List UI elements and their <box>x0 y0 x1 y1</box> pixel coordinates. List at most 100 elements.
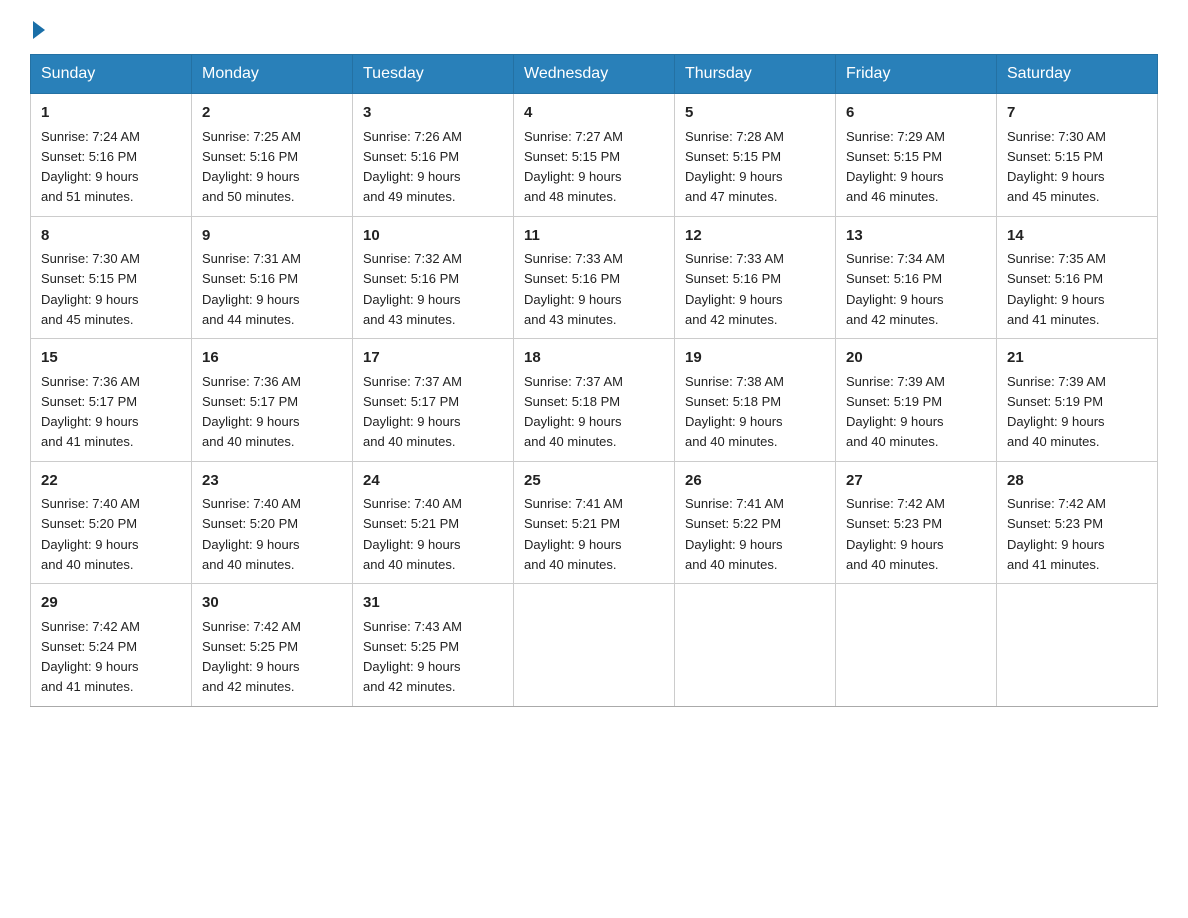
day-info: Sunrise: 7:35 AMSunset: 5:16 PMDaylight:… <box>1007 251 1106 327</box>
day-number: 18 <box>524 347 664 370</box>
calendar-cell: 9 Sunrise: 7:31 AMSunset: 5:16 PMDayligh… <box>192 216 353 339</box>
calendar-table: SundayMondayTuesdayWednesdayThursdayFrid… <box>30 54 1158 707</box>
calendar-cell: 26 Sunrise: 7:41 AMSunset: 5:22 PMDaylig… <box>675 461 836 584</box>
calendar-cell: 30 Sunrise: 7:42 AMSunset: 5:25 PMDaylig… <box>192 584 353 707</box>
day-info: Sunrise: 7:37 AMSunset: 5:18 PMDaylight:… <box>524 374 623 450</box>
day-info: Sunrise: 7:28 AMSunset: 5:15 PMDaylight:… <box>685 129 784 205</box>
day-info: Sunrise: 7:31 AMSunset: 5:16 PMDaylight:… <box>202 251 301 327</box>
day-number: 22 <box>41 470 181 493</box>
day-number: 7 <box>1007 102 1147 125</box>
day-number: 5 <box>685 102 825 125</box>
table-row: 22 Sunrise: 7:40 AMSunset: 5:20 PMDaylig… <box>31 461 1158 584</box>
table-row: 8 Sunrise: 7:30 AMSunset: 5:15 PMDayligh… <box>31 216 1158 339</box>
calendar-header-row: SundayMondayTuesdayWednesdayThursdayFrid… <box>31 55 1158 94</box>
calendar-cell: 14 Sunrise: 7:35 AMSunset: 5:16 PMDaylig… <box>997 216 1158 339</box>
day-number: 15 <box>41 347 181 370</box>
calendar-cell: 27 Sunrise: 7:42 AMSunset: 5:23 PMDaylig… <box>836 461 997 584</box>
day-number: 27 <box>846 470 986 493</box>
calendar-cell <box>997 584 1158 707</box>
page-header <box>30 20 1158 38</box>
day-info: Sunrise: 7:42 AMSunset: 5:25 PMDaylight:… <box>202 619 301 695</box>
day-number: 3 <box>363 102 503 125</box>
day-info: Sunrise: 7:41 AMSunset: 5:22 PMDaylight:… <box>685 496 784 572</box>
day-info: Sunrise: 7:26 AMSunset: 5:16 PMDaylight:… <box>363 129 462 205</box>
calendar-header-cell: Tuesday <box>353 55 514 94</box>
day-number: 4 <box>524 102 664 125</box>
day-number: 1 <box>41 102 181 125</box>
calendar-cell: 7 Sunrise: 7:30 AMSunset: 5:15 PMDayligh… <box>997 94 1158 217</box>
calendar-body: 1 Sunrise: 7:24 AMSunset: 5:16 PMDayligh… <box>31 94 1158 707</box>
day-info: Sunrise: 7:40 AMSunset: 5:20 PMDaylight:… <box>41 496 140 572</box>
calendar-cell: 2 Sunrise: 7:25 AMSunset: 5:16 PMDayligh… <box>192 94 353 217</box>
calendar-cell: 25 Sunrise: 7:41 AMSunset: 5:21 PMDaylig… <box>514 461 675 584</box>
day-number: 12 <box>685 225 825 248</box>
calendar-cell: 21 Sunrise: 7:39 AMSunset: 5:19 PMDaylig… <box>997 339 1158 462</box>
calendar-cell: 4 Sunrise: 7:27 AMSunset: 5:15 PMDayligh… <box>514 94 675 217</box>
calendar-cell: 31 Sunrise: 7:43 AMSunset: 5:25 PMDaylig… <box>353 584 514 707</box>
day-info: Sunrise: 7:42 AMSunset: 5:23 PMDaylight:… <box>846 496 945 572</box>
day-number: 10 <box>363 225 503 248</box>
day-number: 13 <box>846 225 986 248</box>
day-number: 9 <box>202 225 342 248</box>
day-number: 31 <box>363 592 503 615</box>
calendar-cell: 18 Sunrise: 7:37 AMSunset: 5:18 PMDaylig… <box>514 339 675 462</box>
day-number: 2 <box>202 102 342 125</box>
calendar-cell: 1 Sunrise: 7:24 AMSunset: 5:16 PMDayligh… <box>31 94 192 217</box>
day-info: Sunrise: 7:36 AMSunset: 5:17 PMDaylight:… <box>202 374 301 450</box>
calendar-cell: 19 Sunrise: 7:38 AMSunset: 5:18 PMDaylig… <box>675 339 836 462</box>
day-number: 8 <box>41 225 181 248</box>
calendar-header-cell: Friday <box>836 55 997 94</box>
day-number: 6 <box>846 102 986 125</box>
calendar-cell: 24 Sunrise: 7:40 AMSunset: 5:21 PMDaylig… <box>353 461 514 584</box>
day-number: 20 <box>846 347 986 370</box>
calendar-cell: 15 Sunrise: 7:36 AMSunset: 5:17 PMDaylig… <box>31 339 192 462</box>
calendar-cell: 6 Sunrise: 7:29 AMSunset: 5:15 PMDayligh… <box>836 94 997 217</box>
day-info: Sunrise: 7:33 AMSunset: 5:16 PMDaylight:… <box>685 251 784 327</box>
calendar-header-cell: Sunday <box>31 55 192 94</box>
day-info: Sunrise: 7:29 AMSunset: 5:15 PMDaylight:… <box>846 129 945 205</box>
day-info: Sunrise: 7:43 AMSunset: 5:25 PMDaylight:… <box>363 619 462 695</box>
calendar-cell: 13 Sunrise: 7:34 AMSunset: 5:16 PMDaylig… <box>836 216 997 339</box>
day-info: Sunrise: 7:37 AMSunset: 5:17 PMDaylight:… <box>363 374 462 450</box>
table-row: 1 Sunrise: 7:24 AMSunset: 5:16 PMDayligh… <box>31 94 1158 217</box>
day-info: Sunrise: 7:39 AMSunset: 5:19 PMDaylight:… <box>1007 374 1106 450</box>
calendar-cell <box>675 584 836 707</box>
calendar-header-cell: Thursday <box>675 55 836 94</box>
logo <box>30 20 48 38</box>
day-number: 14 <box>1007 225 1147 248</box>
day-number: 28 <box>1007 470 1147 493</box>
calendar-cell: 12 Sunrise: 7:33 AMSunset: 5:16 PMDaylig… <box>675 216 836 339</box>
day-number: 25 <box>524 470 664 493</box>
day-info: Sunrise: 7:24 AMSunset: 5:16 PMDaylight:… <box>41 129 140 205</box>
day-info: Sunrise: 7:38 AMSunset: 5:18 PMDaylight:… <box>685 374 784 450</box>
day-number: 30 <box>202 592 342 615</box>
day-info: Sunrise: 7:30 AMSunset: 5:15 PMDaylight:… <box>41 251 140 327</box>
day-info: Sunrise: 7:25 AMSunset: 5:16 PMDaylight:… <box>202 129 301 205</box>
day-info: Sunrise: 7:42 AMSunset: 5:24 PMDaylight:… <box>41 619 140 695</box>
calendar-cell: 11 Sunrise: 7:33 AMSunset: 5:16 PMDaylig… <box>514 216 675 339</box>
calendar-cell: 20 Sunrise: 7:39 AMSunset: 5:19 PMDaylig… <box>836 339 997 462</box>
calendar-cell <box>836 584 997 707</box>
calendar-cell <box>514 584 675 707</box>
day-number: 29 <box>41 592 181 615</box>
calendar-cell: 23 Sunrise: 7:40 AMSunset: 5:20 PMDaylig… <box>192 461 353 584</box>
day-number: 11 <box>524 225 664 248</box>
calendar-cell: 3 Sunrise: 7:26 AMSunset: 5:16 PMDayligh… <box>353 94 514 217</box>
day-number: 24 <box>363 470 503 493</box>
day-info: Sunrise: 7:33 AMSunset: 5:16 PMDaylight:… <box>524 251 623 327</box>
day-info: Sunrise: 7:40 AMSunset: 5:20 PMDaylight:… <box>202 496 301 572</box>
calendar-cell: 28 Sunrise: 7:42 AMSunset: 5:23 PMDaylig… <box>997 461 1158 584</box>
day-info: Sunrise: 7:41 AMSunset: 5:21 PMDaylight:… <box>524 496 623 572</box>
calendar-header-cell: Monday <box>192 55 353 94</box>
day-number: 23 <box>202 470 342 493</box>
table-row: 15 Sunrise: 7:36 AMSunset: 5:17 PMDaylig… <box>31 339 1158 462</box>
day-number: 19 <box>685 347 825 370</box>
day-info: Sunrise: 7:39 AMSunset: 5:19 PMDaylight:… <box>846 374 945 450</box>
calendar-cell: 5 Sunrise: 7:28 AMSunset: 5:15 PMDayligh… <box>675 94 836 217</box>
calendar-cell: 16 Sunrise: 7:36 AMSunset: 5:17 PMDaylig… <box>192 339 353 462</box>
day-number: 26 <box>685 470 825 493</box>
calendar-cell: 8 Sunrise: 7:30 AMSunset: 5:15 PMDayligh… <box>31 216 192 339</box>
day-info: Sunrise: 7:40 AMSunset: 5:21 PMDaylight:… <box>363 496 462 572</box>
logo-arrow-icon <box>33 21 45 39</box>
calendar-header-cell: Wednesday <box>514 55 675 94</box>
